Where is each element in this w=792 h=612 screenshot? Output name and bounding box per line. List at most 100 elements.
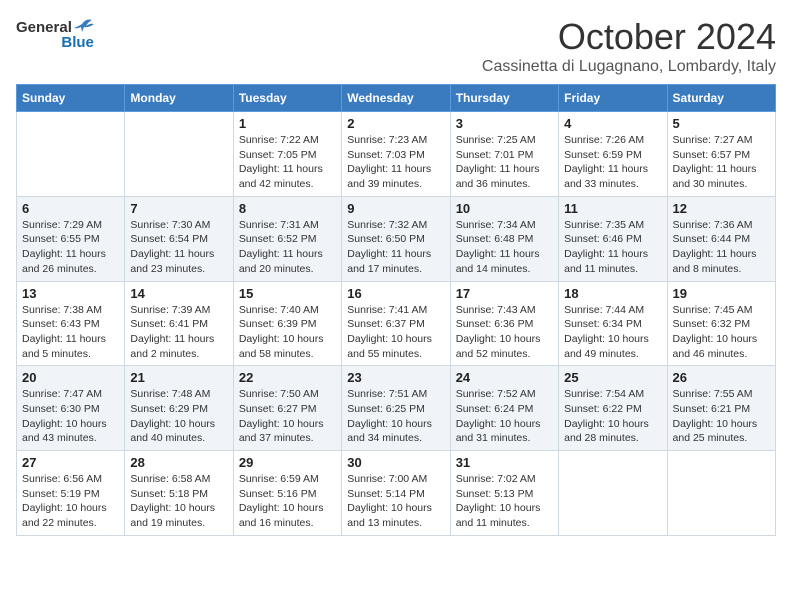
day-number: 11 bbox=[564, 201, 661, 216]
calendar-cell: 19Sunrise: 7:45 AM Sunset: 6:32 PM Dayli… bbox=[667, 281, 775, 366]
day-info: Sunrise: 7:35 AM Sunset: 6:46 PM Dayligh… bbox=[564, 218, 661, 277]
weekday-header-monday: Monday bbox=[125, 85, 233, 112]
day-number: 20 bbox=[22, 370, 119, 385]
weekday-header-sunday: Sunday bbox=[17, 85, 125, 112]
calendar-table: SundayMondayTuesdayWednesdayThursdayFrid… bbox=[16, 84, 776, 536]
day-info: Sunrise: 7:26 AM Sunset: 6:59 PM Dayligh… bbox=[564, 133, 661, 192]
weekday-header-wednesday: Wednesday bbox=[342, 85, 450, 112]
day-number: 9 bbox=[347, 201, 444, 216]
day-info: Sunrise: 7:32 AM Sunset: 6:50 PM Dayligh… bbox=[347, 218, 444, 277]
day-info: Sunrise: 7:39 AM Sunset: 6:41 PM Dayligh… bbox=[130, 303, 227, 362]
location: Cassinetta di Lugagnano, Lombardy, Italy bbox=[482, 58, 776, 76]
day-number: 12 bbox=[673, 201, 770, 216]
day-number: 1 bbox=[239, 116, 336, 131]
day-number: 7 bbox=[130, 201, 227, 216]
day-info: Sunrise: 7:38 AM Sunset: 6:43 PM Dayligh… bbox=[22, 303, 119, 362]
logo-blue: Blue bbox=[61, 34, 94, 51]
day-info: Sunrise: 7:41 AM Sunset: 6:37 PM Dayligh… bbox=[347, 303, 444, 362]
calendar-cell: 10 Sunrise: 7:34 AM Sunset: 6:48 PM Dayli… bbox=[450, 196, 558, 281]
day-info: Sunrise: 7:00 AM Sunset: 5:14 PM Dayligh… bbox=[347, 472, 444, 531]
day-number: 15 bbox=[239, 286, 336, 301]
day-info: Sunrise: 7:31 AM Sunset: 6:52 PM Dayligh… bbox=[239, 218, 336, 277]
weekday-header-saturday: Saturday bbox=[667, 85, 775, 112]
month-title: October 2024 bbox=[482, 16, 776, 58]
calendar-cell: 16 Sunrise: 7:41 AM Sunset: 6:37 PM Dayli… bbox=[342, 281, 450, 366]
calendar-cell: 14 Sunrise: 7:39 AM Sunset: 6:41 PM Dayli… bbox=[125, 281, 233, 366]
day-number: 30 bbox=[347, 455, 444, 470]
day-number: 4 bbox=[564, 116, 661, 131]
calendar-cell: 26 Sunrise: 7:55 AM Sunset: 6:21 PM Dayli… bbox=[667, 366, 775, 451]
day-number: 10 bbox=[456, 201, 553, 216]
calendar-cell: 29 Sunrise: 6:59 AM Sunset: 5:16 PM Dayli… bbox=[233, 451, 341, 536]
calendar-cell bbox=[125, 112, 233, 197]
day-info: Sunrise: 7:29 AM Sunset: 6:55 PM Dayligh… bbox=[22, 218, 119, 277]
day-info: Sunrise: 7:22 AM Sunset: 7:05 PM Dayligh… bbox=[239, 133, 336, 192]
day-info: Sunrise: 7:52 AM Sunset: 6:24 PM Dayligh… bbox=[456, 387, 553, 446]
day-info: Sunrise: 7:54 AM Sunset: 6:22 PM Dayligh… bbox=[564, 387, 661, 446]
calendar-cell: 24 Sunrise: 7:52 AM Sunset: 6:24 PM Dayli… bbox=[450, 366, 558, 451]
calendar-cell: 4 Sunrise: 7:26 AM Sunset: 6:59 PM Daylig… bbox=[559, 112, 667, 197]
day-number: 2 bbox=[347, 116, 444, 131]
calendar-cell bbox=[667, 451, 775, 536]
calendar-cell: 22 Sunrise: 7:50 AM Sunset: 6:27 PM Dayli… bbox=[233, 366, 341, 451]
calendar-cell: 27Sunrise: 6:56 AM Sunset: 5:19 PM Dayli… bbox=[17, 451, 125, 536]
day-info: Sunrise: 7:25 AM Sunset: 7:01 PM Dayligh… bbox=[456, 133, 553, 192]
calendar-cell: 6 Sunrise: 7:29 AM Sunset: 6:55 PM Daylig… bbox=[17, 196, 125, 281]
calendar-cell bbox=[559, 451, 667, 536]
day-number: 25 bbox=[564, 370, 661, 385]
day-number: 22 bbox=[239, 370, 336, 385]
calendar-week-5: 27Sunrise: 6:56 AM Sunset: 5:19 PM Dayli… bbox=[17, 451, 776, 536]
calendar-cell: 23 Sunrise: 7:51 AM Sunset: 6:25 PM Dayli… bbox=[342, 366, 450, 451]
calendar-cell bbox=[17, 112, 125, 197]
day-number: 24 bbox=[456, 370, 553, 385]
weekday-header-tuesday: Tuesday bbox=[233, 85, 341, 112]
day-info: Sunrise: 7:45 AM Sunset: 6:32 PM Dayligh… bbox=[673, 303, 770, 362]
day-info: Sunrise: 6:58 AM Sunset: 5:18 PM Dayligh… bbox=[130, 472, 227, 531]
calendar-cell: 2Sunrise: 7:23 AM Sunset: 7:03 PM Daylig… bbox=[342, 112, 450, 197]
calendar-cell: 17Sunrise: 7:43 AM Sunset: 6:36 PM Dayli… bbox=[450, 281, 558, 366]
calendar-cell: 25 Sunrise: 7:54 AM Sunset: 6:22 PM Dayli… bbox=[559, 366, 667, 451]
calendar-cell: 8Sunrise: 7:31 AM Sunset: 6:52 PM Daylig… bbox=[233, 196, 341, 281]
calendar-cell: 13Sunrise: 7:38 AM Sunset: 6:43 PM Dayli… bbox=[17, 281, 125, 366]
day-number: 6 bbox=[22, 201, 119, 216]
day-info: Sunrise: 6:59 AM Sunset: 5:16 PM Dayligh… bbox=[239, 472, 336, 531]
day-number: 27 bbox=[22, 455, 119, 470]
calendar-week-2: 6 Sunrise: 7:29 AM Sunset: 6:55 PM Daylig… bbox=[17, 196, 776, 281]
day-info: Sunrise: 7:34 AM Sunset: 6:48 PM Dayligh… bbox=[456, 218, 553, 277]
day-number: 14 bbox=[130, 286, 227, 301]
day-number: 21 bbox=[130, 370, 227, 385]
calendar-cell: 31Sunrise: 7:02 AM Sunset: 5:13 PM Dayli… bbox=[450, 451, 558, 536]
day-info: Sunrise: 7:02 AM Sunset: 5:13 PM Dayligh… bbox=[456, 472, 553, 531]
day-info: Sunrise: 7:27 AM Sunset: 6:57 PM Dayligh… bbox=[673, 133, 770, 192]
weekday-header-friday: Friday bbox=[559, 85, 667, 112]
calendar-header-row: SundayMondayTuesdayWednesdayThursdayFrid… bbox=[17, 85, 776, 112]
day-number: 23 bbox=[347, 370, 444, 385]
calendar-cell: 1 Sunrise: 7:22 AM Sunset: 7:05 PM Daylig… bbox=[233, 112, 341, 197]
day-info: Sunrise: 7:30 AM Sunset: 6:54 PM Dayligh… bbox=[130, 218, 227, 277]
day-info: Sunrise: 7:40 AM Sunset: 6:39 PM Dayligh… bbox=[239, 303, 336, 362]
day-info: Sunrise: 7:55 AM Sunset: 6:21 PM Dayligh… bbox=[673, 387, 770, 446]
day-info: Sunrise: 7:44 AM Sunset: 6:34 PM Dayligh… bbox=[564, 303, 661, 362]
calendar-cell: 15 Sunrise: 7:40 AM Sunset: 6:39 PM Dayli… bbox=[233, 281, 341, 366]
calendar-week-1: 1 Sunrise: 7:22 AM Sunset: 7:05 PM Daylig… bbox=[17, 112, 776, 197]
day-number: 18 bbox=[564, 286, 661, 301]
calendar-cell: 12 Sunrise: 7:36 AM Sunset: 6:44 PM Dayli… bbox=[667, 196, 775, 281]
day-number: 16 bbox=[347, 286, 444, 301]
page-header: General Blue October 2024 Cassinetta di … bbox=[16, 16, 776, 76]
day-info: Sunrise: 7:51 AM Sunset: 6:25 PM Dayligh… bbox=[347, 387, 444, 446]
logo: General Blue bbox=[16, 16, 94, 51]
day-info: Sunrise: 7:36 AM Sunset: 6:44 PM Dayligh… bbox=[673, 218, 770, 277]
calendar-week-4: 20Sunrise: 7:47 AM Sunset: 6:30 PM Dayli… bbox=[17, 366, 776, 451]
calendar-cell: 28Sunrise: 6:58 AM Sunset: 5:18 PM Dayli… bbox=[125, 451, 233, 536]
day-info: Sunrise: 7:43 AM Sunset: 6:36 PM Dayligh… bbox=[456, 303, 553, 362]
day-info: Sunrise: 7:50 AM Sunset: 6:27 PM Dayligh… bbox=[239, 387, 336, 446]
calendar-cell: 3 Sunrise: 7:25 AM Sunset: 7:01 PM Daylig… bbox=[450, 112, 558, 197]
day-info: Sunrise: 7:48 AM Sunset: 6:29 PM Dayligh… bbox=[130, 387, 227, 446]
day-number: 26 bbox=[673, 370, 770, 385]
day-number: 29 bbox=[239, 455, 336, 470]
calendar-cell: 7 Sunrise: 7:30 AM Sunset: 6:54 PM Daylig… bbox=[125, 196, 233, 281]
title-block: October 2024 Cassinetta di Lugagnano, Lo… bbox=[482, 16, 776, 76]
calendar-cell: 18 Sunrise: 7:44 AM Sunset: 6:34 PM Dayli… bbox=[559, 281, 667, 366]
logo-general: General bbox=[16, 19, 72, 36]
day-number: 3 bbox=[456, 116, 553, 131]
